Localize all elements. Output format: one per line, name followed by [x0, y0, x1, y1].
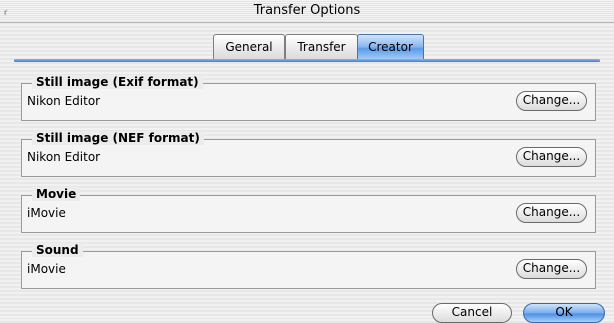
group-sound: Sound iMovie Change...: [21, 243, 596, 289]
group-movie: Movie iMovie Change...: [21, 187, 596, 233]
group-legend: Still image (NEF format): [32, 131, 204, 145]
app-name: iMovie: [27, 206, 66, 220]
change-button-nef[interactable]: Change...: [516, 147, 587, 167]
change-button-sound[interactable]: Change...: [516, 259, 587, 279]
tab-transfer[interactable]: Transfer: [285, 34, 358, 60]
group-still-nef: Still image (NEF format) Nikon Editor Ch…: [21, 131, 596, 177]
group-legend: Still image (Exif format): [32, 75, 203, 89]
app-name: Nikon Editor: [27, 150, 101, 164]
group-legend: Sound: [32, 243, 83, 257]
group-legend: Movie: [32, 187, 81, 201]
tab-general[interactable]: General: [213, 34, 285, 60]
change-button-movie[interactable]: Change...: [516, 203, 587, 223]
tab-divider-line: [14, 59, 600, 62]
ok-button[interactable]: OK: [523, 303, 605, 323]
group-still-exif: Still image (Exif format) Nikon Editor C…: [21, 75, 596, 121]
change-button-exif[interactable]: Change...: [516, 91, 587, 111]
cancel-button[interactable]: Cancel: [432, 303, 512, 323]
tab-bar: General Transfer Creator: [0, 34, 614, 62]
window-title: Transfer Options: [253, 3, 361, 18]
window-corner-mark: r: [4, 8, 8, 17]
app-name: iMovie: [27, 262, 66, 276]
tab-creator[interactable]: Creator: [357, 34, 424, 60]
title-bar: r Transfer Options: [0, 0, 614, 23]
app-name: Nikon Editor: [27, 94, 101, 108]
